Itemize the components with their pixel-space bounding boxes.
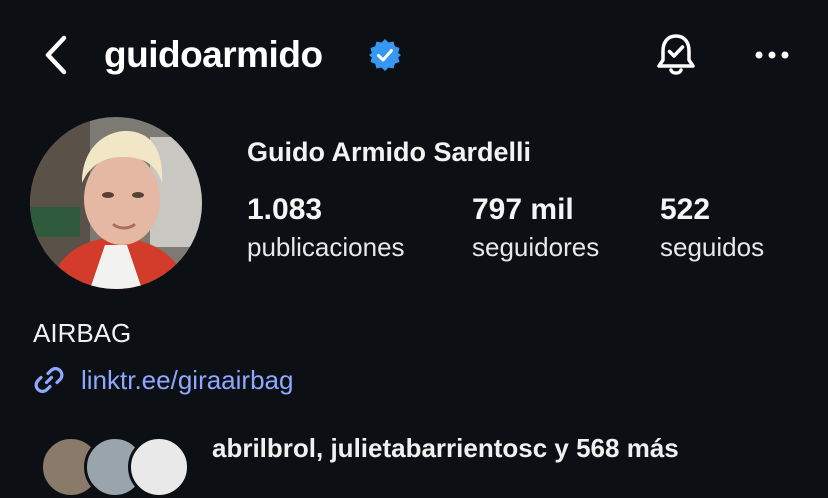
verified-badge-icon <box>369 39 401 71</box>
stat-following[interactable]: 522 seguidos <box>660 190 764 264</box>
stat-followers-count: 797 mil <box>472 193 574 226</box>
stat-posts-count: 1.083 <box>247 193 323 226</box>
stat-following-count: 522 <box>660 193 711 226</box>
followed-by-text: abrilbrol, julietabarrientosc y 568 más <box>212 433 679 463</box>
profile-photo <box>30 117 202 289</box>
follower-avatar <box>128 436 190 498</box>
notifications-button[interactable] <box>652 30 700 80</box>
back-button[interactable] <box>38 30 78 80</box>
bell-icon <box>657 34 695 75</box>
followed-by-row[interactable]: abrilbrol, julietabarrientosc y 568 más <box>40 430 828 498</box>
stat-followers-label: seguidores <box>472 232 600 262</box>
more-options-button[interactable] <box>750 30 798 80</box>
stat-posts[interactable]: 1.083 publicaciones <box>247 190 405 264</box>
profile-full-name: Guido Armido Sardelli <box>247 137 532 167</box>
chevron-left-icon <box>45 35 67 75</box>
stat-posts-label: publicaciones <box>247 232 405 262</box>
bio-link-text: linktr.ee/giraairbag <box>81 365 294 395</box>
link-icon <box>34 367 64 393</box>
bio-category: AIRBAG <box>33 318 132 348</box>
profile-username: guidoarmido <box>104 34 323 75</box>
stat-following-label: seguidos <box>660 232 765 262</box>
stat-followers[interactable]: 797 mil seguidores <box>472 190 599 264</box>
top-navigation-bar: guidoarmido <box>0 0 828 110</box>
more-horizontal-icon <box>755 51 789 59</box>
profile-avatar[interactable] <box>30 117 202 289</box>
